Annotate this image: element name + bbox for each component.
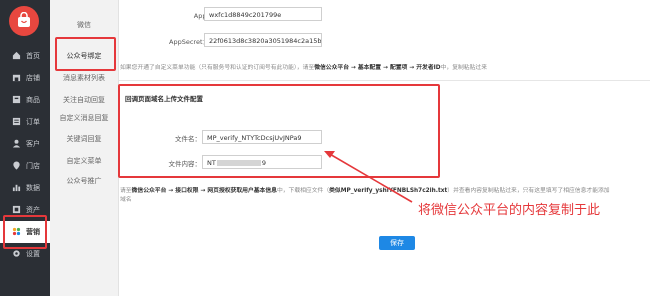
annotation-text: 将微信公众平台的内容复制于此 <box>418 203 601 218</box>
app-frame: 首页 店铺 商品 订单 客户 门店 数据 资产 营销 设置 微信 公众号绑定 消… <box>0 0 650 296</box>
save-button[interactable]: 保存 <box>379 236 415 250</box>
annotation-arrow <box>324 151 413 203</box>
